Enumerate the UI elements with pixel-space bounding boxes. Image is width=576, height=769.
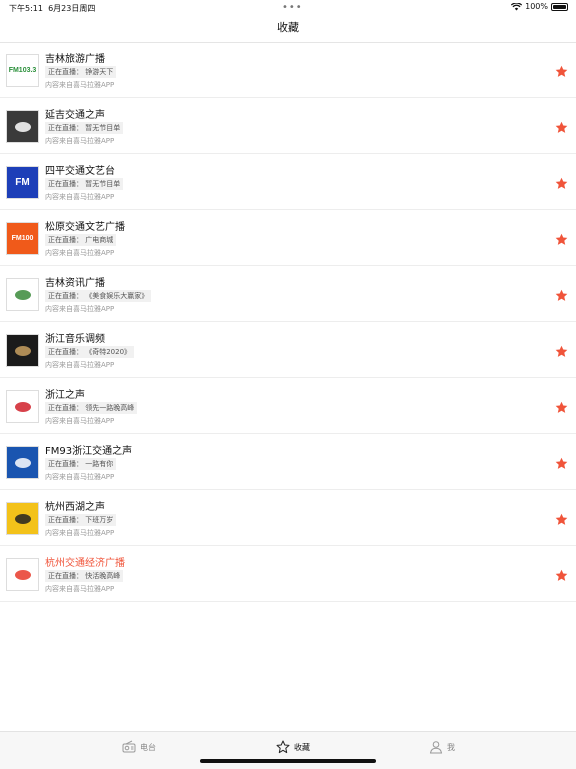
favorite-star-icon[interactable] <box>555 63 568 77</box>
station-logo <box>6 446 39 479</box>
tab-radio[interactable]: 电台 <box>122 740 156 754</box>
station-source: 内容来自喜马拉雅APP <box>45 249 115 257</box>
favorite-star-icon[interactable] <box>555 511 568 525</box>
battery-level <box>553 4 566 9</box>
station-logo-text: FM100 <box>11 235 34 242</box>
person-icon <box>429 741 443 754</box>
station-logo: FM100 <box>6 222 39 255</box>
tab-bar: 电台 收藏 我 <box>0 731 576 769</box>
favorite-star-icon[interactable] <box>555 455 568 469</box>
station-live-program: 正在直播： 领先一路晚高峰 <box>45 402 138 414</box>
station-live-program: 正在直播： 一路有你 <box>45 458 117 470</box>
tab-label: 收藏 <box>294 742 310 752</box>
station-logo-mark <box>14 457 31 468</box>
station-name: 浙江音乐调频 <box>45 334 105 345</box>
station-logo <box>6 278 39 311</box>
station-live-program: 正在直播： 《奇特2020》 <box>45 346 135 358</box>
station-row[interactable]: 浙江之声 正在直播： 领先一路晚高峰内容来自喜马拉雅APP <box>0 378 576 434</box>
station-source: 内容来自喜马拉雅APP <box>45 193 115 201</box>
station-row[interactable]: 浙江音乐调频 正在直播： 《奇特2020》内容来自喜马拉雅APP <box>0 322 576 378</box>
station-name: 杭州西湖之声 <box>45 502 105 513</box>
station-logo-mark <box>14 345 31 356</box>
station-logo-mark <box>14 121 31 132</box>
multitask-dots-icon[interactable]: ••• <box>282 2 303 13</box>
home-indicator[interactable] <box>200 759 376 763</box>
station-source: 内容来自喜马拉雅APP <box>45 585 115 593</box>
favorite-star-icon[interactable] <box>555 567 568 581</box>
station-logo <box>6 334 39 367</box>
station-name: 松原交通文艺广播 <box>45 222 125 233</box>
favorite-star-icon[interactable] <box>555 399 568 413</box>
favorite-star-icon[interactable] <box>555 175 568 189</box>
favorite-star-icon[interactable] <box>555 343 568 357</box>
favorite-star-icon[interactable] <box>555 119 568 133</box>
station-name: 杭州交通经济广播 <box>45 558 125 569</box>
station-row[interactable]: FM100 松原交通文艺广播 正在直播： 广电商城内容来自喜马拉雅APP <box>0 210 576 266</box>
station-name: 延吉交通之声 <box>45 110 105 121</box>
station-logo: FM103.3 <box>6 54 39 87</box>
star-outline-icon <box>276 740 290 754</box>
station-logo-mark <box>14 513 31 524</box>
station-logo-text: FM <box>15 177 30 188</box>
station-source: 内容来自喜马拉雅APP <box>45 529 115 537</box>
station-logo-text: FM103.3 <box>8 67 37 74</box>
status-time: 下午5:11 <box>9 4 43 13</box>
tab-me[interactable]: 我 <box>429 740 455 754</box>
battery-icon <box>551 2 568 11</box>
station-source: 内容来自喜马拉雅APP <box>45 417 115 425</box>
station-row[interactable]: FM 四平交通文艺台 正在直播： 暂无节目单内容来自喜马拉雅APP <box>0 154 576 210</box>
favorite-star-icon[interactable] <box>555 231 568 245</box>
page-title: 收藏 <box>277 21 299 34</box>
station-logo <box>6 110 39 143</box>
station-name: 吉林资讯广播 <box>45 278 105 289</box>
station-logo <box>6 390 39 423</box>
station-source: 内容来自喜马拉雅APP <box>45 137 115 145</box>
station-name: 浙江之声 <box>45 390 85 401</box>
status-date: 6月23日周四 <box>48 4 96 13</box>
station-row[interactable]: FM103.3 吉林旅游广播 正在直播： 铮游天下内容来自喜马拉雅APP <box>0 42 576 98</box>
radio-icon <box>122 740 136 753</box>
tab-favorites[interactable]: 收藏 <box>276 740 310 754</box>
battery-percent: 100% <box>525 2 548 11</box>
wifi-icon <box>511 2 523 10</box>
station-logo: FM <box>6 166 39 199</box>
station-name: FM93浙江交通之声 <box>45 446 133 457</box>
station-logo-mark <box>14 289 31 300</box>
station-logo-mark <box>14 569 31 580</box>
favorites-list: FM103.3 吉林旅游广播 正在直播： 铮游天下 内容来自喜马拉雅APP 延吉交通之声… <box>0 42 576 602</box>
station-source: 内容来自喜马拉雅APP <box>45 473 115 481</box>
station-row[interactable]: 延吉交通之声 正在直播： 暂无节目单内容来自喜马拉雅APP <box>0 98 576 154</box>
station-logo <box>6 502 39 535</box>
station-source: 内容来自喜马拉雅APP <box>45 81 115 89</box>
station-row[interactable]: 杭州交通经济广播 正在直播： 快活晚高峰内容来自喜马拉雅APP <box>0 546 576 602</box>
status-bar: 下午5:11 6月23日周四 ••• 100% <box>0 0 576 14</box>
station-row[interactable]: 杭州西湖之声 正在直播： 下班万岁内容来自喜马拉雅APP <box>0 490 576 546</box>
status-time-date: 下午5:11 6月23日周四 <box>9 3 95 14</box>
station-live-program: 正在直播： 快活晚高峰 <box>45 570 124 582</box>
station-name: 四平交通文艺台 <box>45 166 115 177</box>
station-logo <box>6 558 39 591</box>
tab-label: 我 <box>447 742 455 752</box>
station-live-program: 正在直播： 暂无节目单 <box>45 178 124 190</box>
station-logo-mark <box>14 401 31 412</box>
station-live-program: 正在直播： 广电商城 <box>45 234 117 246</box>
station-live-program: 正在直播： 《美食娱乐大赢家》 <box>45 290 152 302</box>
navigation-bar: 收藏 <box>0 14 576 43</box>
favorite-star-icon[interactable] <box>555 287 568 301</box>
station-row[interactable]: 吉林资讯广播 正在直播： 《美食娱乐大赢家》内容来自喜马拉雅APP <box>0 266 576 322</box>
station-source: 内容来自喜马拉雅APP <box>45 361 115 369</box>
station-source: 内容来自喜马拉雅APP <box>45 305 115 313</box>
station-name: 吉林旅游广播 <box>45 54 105 65</box>
station-live-program: 正在直播： 下班万岁 <box>45 514 117 526</box>
station-live-program: 正在直播： 暂无节目单 <box>45 122 124 134</box>
station-live-program: 正在直播： 铮游天下 <box>45 66 117 78</box>
station-row[interactable]: FM93浙江交通之声 正在直播： 一路有你内容来自喜马拉雅APP <box>0 434 576 490</box>
tab-label: 电台 <box>140 742 156 752</box>
status-right: 100% <box>511 2 568 11</box>
